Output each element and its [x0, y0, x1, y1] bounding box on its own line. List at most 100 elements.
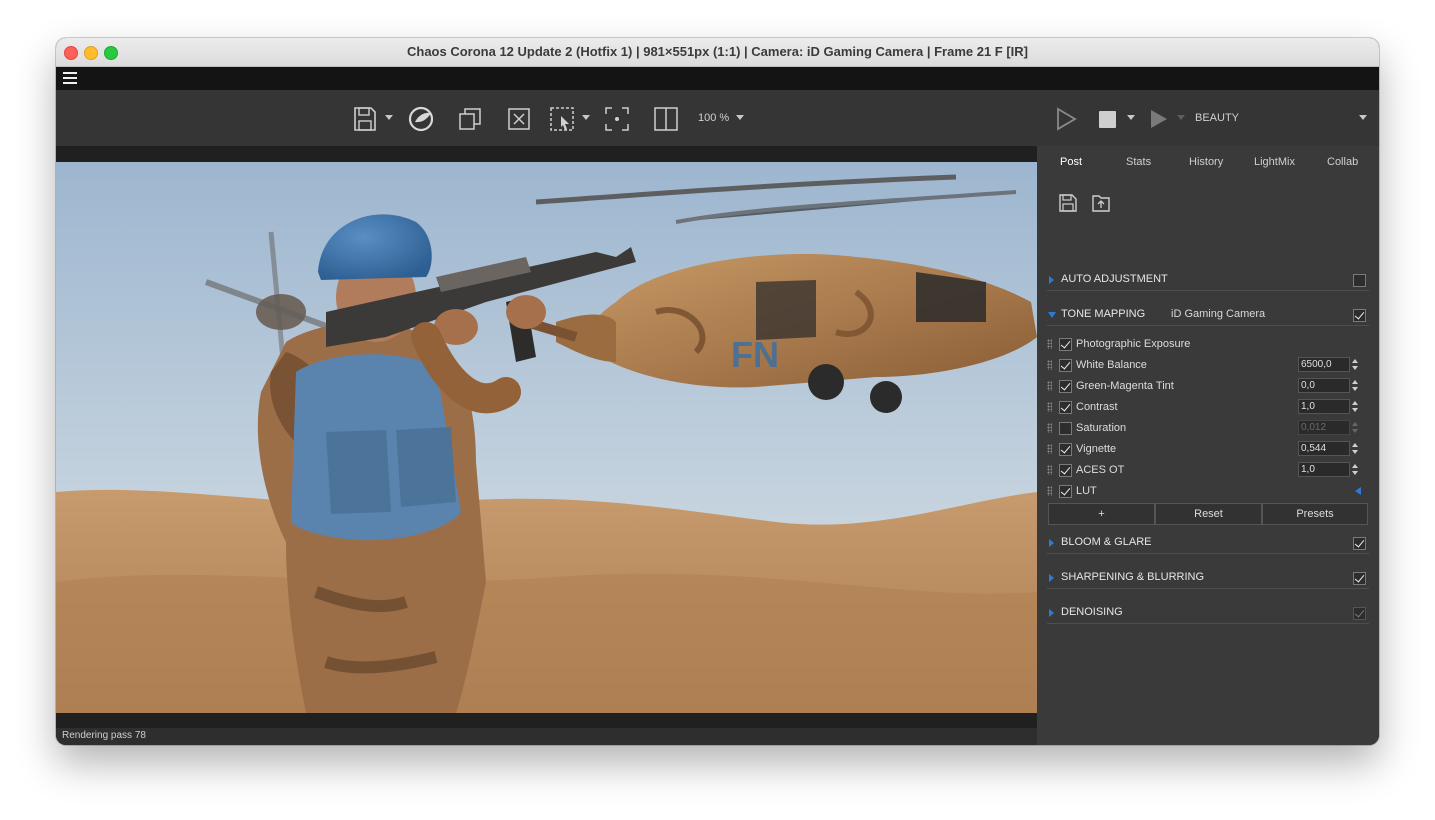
rendered-image: FN	[56, 162, 1037, 713]
spinner-arrows-icon[interactable]	[1351, 399, 1360, 414]
status-bar: Rendering pass 78	[56, 728, 1037, 745]
lut-expand-arrow-icon[interactable]	[1355, 487, 1361, 495]
tint-input[interactable]: 0,0	[1298, 378, 1350, 393]
focus-point-icon[interactable]	[602, 104, 632, 134]
resume-icon[interactable]	[1144, 104, 1174, 134]
bloom-checkbox[interactable]	[1353, 537, 1366, 550]
tone-mapping-preset-name[interactable]: iD Gaming Camera	[1171, 308, 1265, 320]
copy-icon[interactable]	[455, 104, 485, 134]
operator-checkbox[interactable]	[1059, 485, 1072, 498]
region-dropdown-caret-icon[interactable]	[582, 115, 590, 120]
render-viewport[interactable]: FN	[56, 146, 1037, 728]
zoom-level[interactable]: 100 %	[698, 112, 729, 124]
channel-dropdown-caret-icon[interactable]	[1359, 115, 1367, 120]
tab-history[interactable]: History	[1189, 156, 1223, 168]
section-label: DENOISING	[1061, 606, 1123, 618]
operator-row: Vignette 0,544	[1045, 439, 1369, 460]
expand-arrow-icon[interactable]	[1049, 574, 1054, 582]
load-preset-icon[interactable]	[1090, 192, 1112, 214]
operator-checkbox[interactable]	[1059, 422, 1072, 435]
operator-label: White Balance	[1076, 359, 1147, 371]
save-dropdown-caret-icon[interactable]	[385, 115, 393, 120]
operator-label: Photographic Exposure	[1076, 338, 1191, 350]
section-sharpening-blurring[interactable]: SHARPENING & BLURRING	[1047, 567, 1369, 589]
section-denoising[interactable]: DENOISING	[1047, 602, 1369, 624]
sharpening-checkbox[interactable]	[1353, 572, 1366, 585]
resume-dropdown-caret-icon[interactable]	[1177, 115, 1185, 120]
operator-checkbox[interactable]	[1059, 359, 1072, 372]
operator-row: LUT	[1045, 481, 1369, 502]
clear-icon[interactable]	[504, 104, 534, 134]
spinner-arrows-icon[interactable]	[1351, 378, 1360, 393]
section-auto-adjustment[interactable]: AUTO ADJUSTMENT	[1047, 269, 1369, 291]
section-label: BLOOM & GLARE	[1061, 536, 1152, 548]
drag-handle-icon[interactable]	[1047, 360, 1052, 370]
collapse-arrow-icon[interactable]	[1048, 312, 1056, 318]
drag-handle-icon[interactable]	[1047, 381, 1052, 391]
play-icon[interactable]	[1051, 104, 1081, 134]
window-title: Chaos Corona 12 Update 2 (Hotfix 1) | 98…	[406, 44, 1029, 59]
save-icon[interactable]	[350, 104, 380, 134]
spinner-arrows-icon[interactable]	[1351, 462, 1360, 477]
operator-label: ACES OT	[1076, 464, 1125, 476]
drag-handle-icon[interactable]	[1047, 444, 1052, 454]
operator-checkbox[interactable]	[1059, 464, 1072, 477]
drag-handle-icon[interactable]	[1047, 339, 1052, 349]
presets-button[interactable]: Presets	[1262, 503, 1368, 525]
svg-text:FN: FN	[731, 334, 779, 375]
expand-arrow-icon[interactable]	[1049, 539, 1054, 547]
corona-vfb-window: Chaos Corona 12 Update 2 (Hotfix 1) | 98…	[56, 38, 1379, 745]
tab-collab[interactable]: Collab	[1327, 156, 1358, 168]
compare-split-icon[interactable]	[651, 104, 681, 134]
operator-row: Contrast 1,0	[1045, 397, 1369, 418]
operator-buttons: + Reset Presets	[1048, 503, 1368, 525]
tab-post[interactable]: Post	[1060, 156, 1082, 168]
corona-logo-icon[interactable]	[406, 104, 436, 134]
expand-arrow-icon[interactable]	[1049, 276, 1054, 284]
stop-dropdown-caret-icon[interactable]	[1127, 115, 1135, 120]
vignette-input[interactable]: 0,544	[1298, 441, 1350, 456]
hamburger-menu-icon[interactable]	[63, 72, 77, 84]
section-bloom-glare[interactable]: BLOOM & GLARE	[1047, 532, 1369, 554]
operator-row: ACES OT 1,0	[1045, 460, 1369, 481]
tab-stats[interactable]: Stats	[1126, 156, 1151, 168]
operator-label: Saturation	[1076, 422, 1127, 434]
white-balance-input[interactable]: 6500,0	[1298, 357, 1350, 372]
operator-row: Green-Magenta Tint 0,0	[1045, 376, 1369, 397]
operator-row: Photographic Exposure	[1045, 334, 1369, 355]
drag-handle-icon[interactable]	[1047, 402, 1052, 412]
zoom-dropdown-caret-icon[interactable]	[736, 115, 744, 120]
title-bar: Chaos Corona 12 Update 2 (Hotfix 1) | 98…	[56, 38, 1379, 67]
operator-checkbox[interactable]	[1059, 380, 1072, 393]
drag-handle-icon[interactable]	[1047, 423, 1052, 433]
render-status-text: Rendering pass 78	[62, 730, 146, 741]
operator-label: Vignette	[1076, 443, 1117, 455]
spinner-arrows-icon[interactable]	[1351, 441, 1360, 456]
operator-label: Green-Magenta Tint	[1076, 380, 1174, 392]
section-tone-mapping[interactable]: TONE MAPPING iD Gaming Camera	[1047, 304, 1369, 326]
panel-tabs: Post Stats History LightMix Collab	[1037, 146, 1379, 178]
tab-lightmix[interactable]: LightMix	[1254, 156, 1295, 168]
stop-icon[interactable]	[1093, 104, 1123, 134]
tone-mapping-checkbox[interactable]	[1353, 309, 1366, 322]
auto-adjustment-checkbox[interactable]	[1353, 274, 1366, 287]
section-label: SHARPENING & BLURRING	[1061, 571, 1205, 583]
expand-arrow-icon[interactable]	[1049, 609, 1054, 617]
saturation-input[interactable]: 0,012	[1298, 420, 1350, 435]
operator-label: Contrast	[1076, 401, 1118, 413]
operator-checkbox[interactable]	[1059, 443, 1072, 456]
render-channel-select[interactable]: BEAUTY	[1195, 112, 1239, 124]
operator-checkbox[interactable]	[1059, 338, 1072, 351]
contrast-input[interactable]: 1,0	[1298, 399, 1350, 414]
save-preset-icon[interactable]	[1057, 192, 1079, 214]
post-panel: Post Stats History LightMix Collab AUTO …	[1037, 146, 1379, 745]
reset-button[interactable]: Reset	[1155, 503, 1262, 525]
spinner-arrows-icon[interactable]	[1351, 357, 1360, 372]
drag-handle-icon[interactable]	[1047, 465, 1052, 475]
drag-handle-icon[interactable]	[1047, 486, 1052, 496]
region-select-icon[interactable]	[547, 104, 577, 134]
spinner-arrows-icon[interactable]	[1351, 420, 1360, 435]
aces-ot-input[interactable]: 1,0	[1298, 462, 1350, 477]
operator-checkbox[interactable]	[1059, 401, 1072, 414]
add-operator-button[interactable]: +	[1048, 503, 1155, 525]
